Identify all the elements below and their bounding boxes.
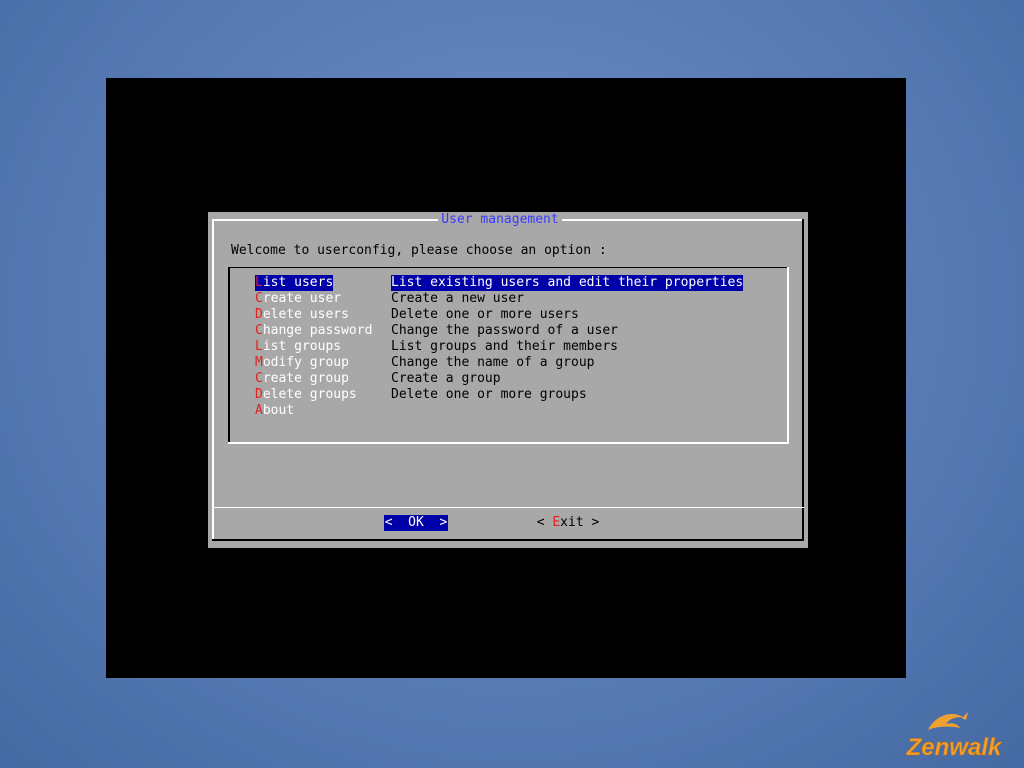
menu-item-description: Create a new user — [391, 291, 525, 306]
dialog-frame-bottom — [212, 539, 804, 541]
menu-item-tag: Delete groups — [255, 387, 357, 403]
menu-item-tag: Change password — [255, 323, 372, 339]
menu-item-hotkey: L — [255, 275, 263, 290]
menu-item-description: Delete one or more users — [391, 307, 579, 322]
menu-item-description: Change the password of a user — [391, 323, 618, 338]
menu-item-hotkey: D — [255, 307, 263, 322]
menu-item-description: List existing users and edit their prope… — [391, 275, 744, 291]
welcome-text: Welcome to userconfig, please choose an … — [231, 243, 607, 258]
menu-item-hotkey: C — [255, 323, 263, 338]
menu-item-description: Delete one or more groups — [391, 387, 587, 402]
exit-left-bracket: < — [536, 515, 545, 530]
menu-item-description: Create a group — [391, 371, 501, 386]
dialog-frame-left — [212, 219, 214, 541]
menu-item-tag: Modify group — [255, 355, 349, 371]
zenwalk-dolphin-logo-icon: Zenwalk — [905, 712, 1003, 761]
menu-item-label: bout — [262, 403, 295, 418]
ok-button[interactable]: < OK > — [384, 515, 448, 531]
menu-item-hotkey: D — [255, 387, 263, 402]
menu-item-hotkey: C — [255, 291, 263, 306]
menu-item-hotkey: L — [255, 339, 263, 354]
ok-right-bracket: > — [439, 515, 448, 530]
menu-item-tag: About — [255, 403, 294, 419]
menu-item-label: ist users — [262, 275, 334, 290]
menu-item-tag: Create group — [255, 371, 349, 387]
exit-label: xit — [560, 515, 584, 530]
menu-item-label: reate user — [262, 291, 342, 306]
ok-left-bracket: < — [384, 515, 393, 530]
dialog-frame-right — [802, 219, 804, 541]
user-management-dialog: User management Welcome to userconfig, p… — [208, 212, 808, 548]
menu-list: List users List existing users and edit t… — [228, 267, 789, 444]
menu-item-tag: Create user — [255, 291, 341, 307]
menu-frame-left — [228, 267, 230, 444]
menu-frame-right — [787, 267, 789, 444]
menu-item-tag: List groups — [255, 339, 341, 355]
menu-item-label: ist groups — [262, 339, 342, 354]
menu-item-label: elete groups — [262, 387, 357, 402]
menu-item-description: Change the name of a group — [391, 355, 595, 370]
menu-item-label: odify group — [262, 355, 349, 370]
menu-item-hotkey: A — [255, 403, 263, 418]
dialog-title: User management — [438, 212, 562, 228]
menu-item-label: elete users — [262, 307, 349, 322]
menu-frame-top — [228, 267, 789, 268]
menu-item-label: reate group — [262, 371, 349, 386]
logo-text: Zenwalk — [906, 734, 1003, 761]
menu-item-description: List groups and their members — [391, 339, 618, 354]
menu-item-hotkey: M — [255, 355, 263, 370]
menu-frame-bottom — [228, 442, 789, 444]
exit-right-bracket: > — [591, 515, 600, 530]
menu-item-label: hange password — [262, 323, 373, 338]
menu-item-tag: Delete users — [255, 307, 349, 323]
menu-item-hotkey: C — [255, 371, 263, 386]
exit-hotkey: E — [552, 515, 561, 530]
ok-label: OK — [408, 515, 424, 530]
button-separator — [212, 507, 804, 508]
exit-button[interactable]: < Exit > — [536, 515, 600, 531]
menu-item-tag: List users — [255, 275, 334, 291]
